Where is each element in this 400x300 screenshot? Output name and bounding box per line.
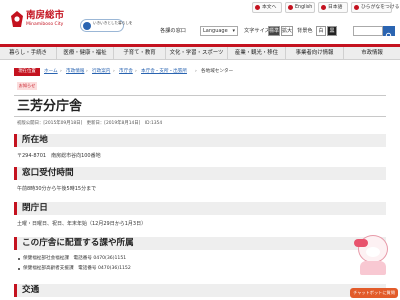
nav-item-industry[interactable]: 産業・観光・移住 (228, 47, 286, 60)
mascot-body-icon (360, 261, 386, 275)
link-marker-icon (255, 5, 260, 10)
nav-item-city-info[interactable]: 市政情報 (344, 47, 400, 60)
background-black-button[interactable]: 黒 (327, 26, 337, 36)
breadcrumb-separator-icon: › (135, 69, 137, 74)
text-size-standard-button[interactable]: 標準 (268, 26, 280, 36)
bullet-icon (18, 258, 20, 260)
top-link-english[interactable]: English (285, 2, 315, 13)
top-link-skip[interactable]: 本文へ (252, 2, 282, 13)
publish-metadata: 初版公開日：[2015年09月18日] 更新日：[2019年8月14日] ID:… (17, 121, 163, 126)
background-color-label: 背景色 (297, 28, 313, 34)
site-search-input[interactable] (353, 26, 383, 36)
header-tools: 各課の窓口 Language ▾ 文字サイズ 標準 拡大 背景色 白 黒 (140, 25, 395, 40)
section-heading-transport: 交通 (14, 284, 386, 297)
breadcrumb-current: 各地域センター (201, 69, 234, 74)
promo-banner[interactable]: いきいきとした暮らしを (80, 19, 133, 32)
top-link-japanese[interactable]: 日本語 (318, 2, 348, 13)
nav-item-health[interactable]: 医療・健康・福祉 (57, 47, 114, 60)
department-contacts-link[interactable]: 各課の窓口 (160, 27, 186, 35)
section-title: この庁舎に配置する課や所属 (22, 238, 134, 248)
category-tag: お知らせ (17, 82, 37, 90)
bullet-icon (18, 268, 20, 270)
breadcrumb: 現在位置 ホーム › 市政情報 › 行政案内 › 市庁舎 › 本庁舎・支所・出張… (0, 66, 400, 78)
nav-item-living[interactable]: 暮らし・手続き (0, 47, 57, 60)
language-label: Language (203, 28, 228, 34)
section-title: 交通 (22, 285, 40, 295)
breadcrumb-item[interactable]: 本庁舎・支所・出張所 (141, 68, 187, 76)
section-title: 窓口受付時間 (22, 168, 74, 178)
nav-item-childcare[interactable]: 子育て・教育 (114, 47, 166, 60)
link-marker-icon (288, 5, 293, 10)
link-marker-icon (354, 5, 359, 10)
nav-item-culture[interactable]: 文化・学習・スポーツ (166, 47, 228, 60)
page-title: 三芳分庁舎 (14, 95, 386, 117)
chevron-down-icon: ▾ (232, 28, 235, 34)
heading-accent-bar (14, 202, 17, 215)
site-logo[interactable]: 南房総市 Minamiboso City (10, 10, 72, 34)
link-marker-icon (321, 5, 326, 10)
section-heading-address: 所在地 (14, 134, 386, 147)
breadcrumb-separator-icon: › (86, 69, 88, 74)
breadcrumb-label: 現在位置 (14, 68, 40, 76)
chatbot-button[interactable]: チャットボットに質問 (350, 288, 398, 298)
breadcrumb-separator-icon: › (113, 69, 115, 74)
heading-accent-bar (14, 237, 17, 250)
section-title: 所在地 (22, 135, 48, 145)
logo-subtitle: Minamiboso City (26, 22, 64, 27)
breadcrumb-item[interactable]: 市政情報 (66, 68, 84, 76)
closed-days-text: 土曜・日曜日、祝日、年末年始（12月29日から1月3日） (17, 221, 147, 227)
mascot-face-icon (366, 247, 380, 257)
top-link-furigana[interactable]: ひらがなをつける (351, 2, 399, 13)
section-heading-hours: 窓口受付時間 (14, 167, 386, 180)
address-text: 〒294-8701 南房総市谷向100番地 (17, 153, 101, 159)
department-entry: 保健福祉部社会福祉課 電話番号 0470(36)1151 (23, 256, 127, 261)
banner-text: いきいきとした暮らしを (93, 21, 133, 25)
list-item: 保健福祉部社会福祉課 電話番号 0470(36)1151 (18, 256, 127, 262)
breadcrumb-item[interactable]: 市庁舎 (119, 68, 133, 76)
search-button[interactable] (383, 26, 395, 40)
top-utility-links: 本文へ English 日本語 ひらがなをつける (252, 2, 399, 14)
city-emblem-icon (11, 11, 23, 27)
search-icon (385, 32, 393, 40)
heading-accent-bar (14, 284, 17, 297)
banner-icon (83, 22, 91, 30)
breadcrumb-separator-icon: › (195, 69, 197, 74)
text-size-large-button[interactable]: 拡大 (281, 26, 293, 36)
breadcrumb-item[interactable]: 行政案内 (92, 68, 110, 76)
section-heading-closed-days: 閉庁日 (14, 202, 386, 215)
logo-name: 南房総市 (26, 10, 65, 21)
site-header: 南房総市 Minamiboso City いきいきとした暮らしを 本文へ Eng… (0, 0, 400, 44)
department-entry: 保健福祉部高齢者支援課 電話番号 0470(36)1152 (23, 266, 131, 271)
text-size-label: 文字サイズ (244, 28, 270, 34)
background-white-button[interactable]: 白 (316, 26, 326, 36)
mascot-bow-icon (354, 239, 368, 247)
section-heading-departments: この庁舎に配置する課や所属 (14, 237, 386, 250)
heading-accent-bar (14, 167, 17, 180)
breadcrumb-item[interactable]: ホーム (44, 68, 58, 76)
breadcrumb-separator-icon: › (60, 69, 62, 74)
list-item: 保健福祉部高齢者支援課 電話番号 0470(36)1152 (18, 266, 131, 272)
global-navigation: 暮らし・手続き 医療・健康・福祉 子育て・教育 文化・学習・スポーツ 産業・観光… (0, 44, 400, 60)
heading-accent-bar (14, 134, 17, 147)
language-select[interactable]: Language ▾ (200, 26, 238, 36)
hours-text: 午前8時30分から午後5時15分まで (17, 186, 97, 192)
mascot-chat-character[interactable] (350, 235, 396, 287)
section-title: 閉庁日 (22, 203, 48, 213)
nav-item-business[interactable]: 事業者向け情報 (286, 47, 344, 60)
